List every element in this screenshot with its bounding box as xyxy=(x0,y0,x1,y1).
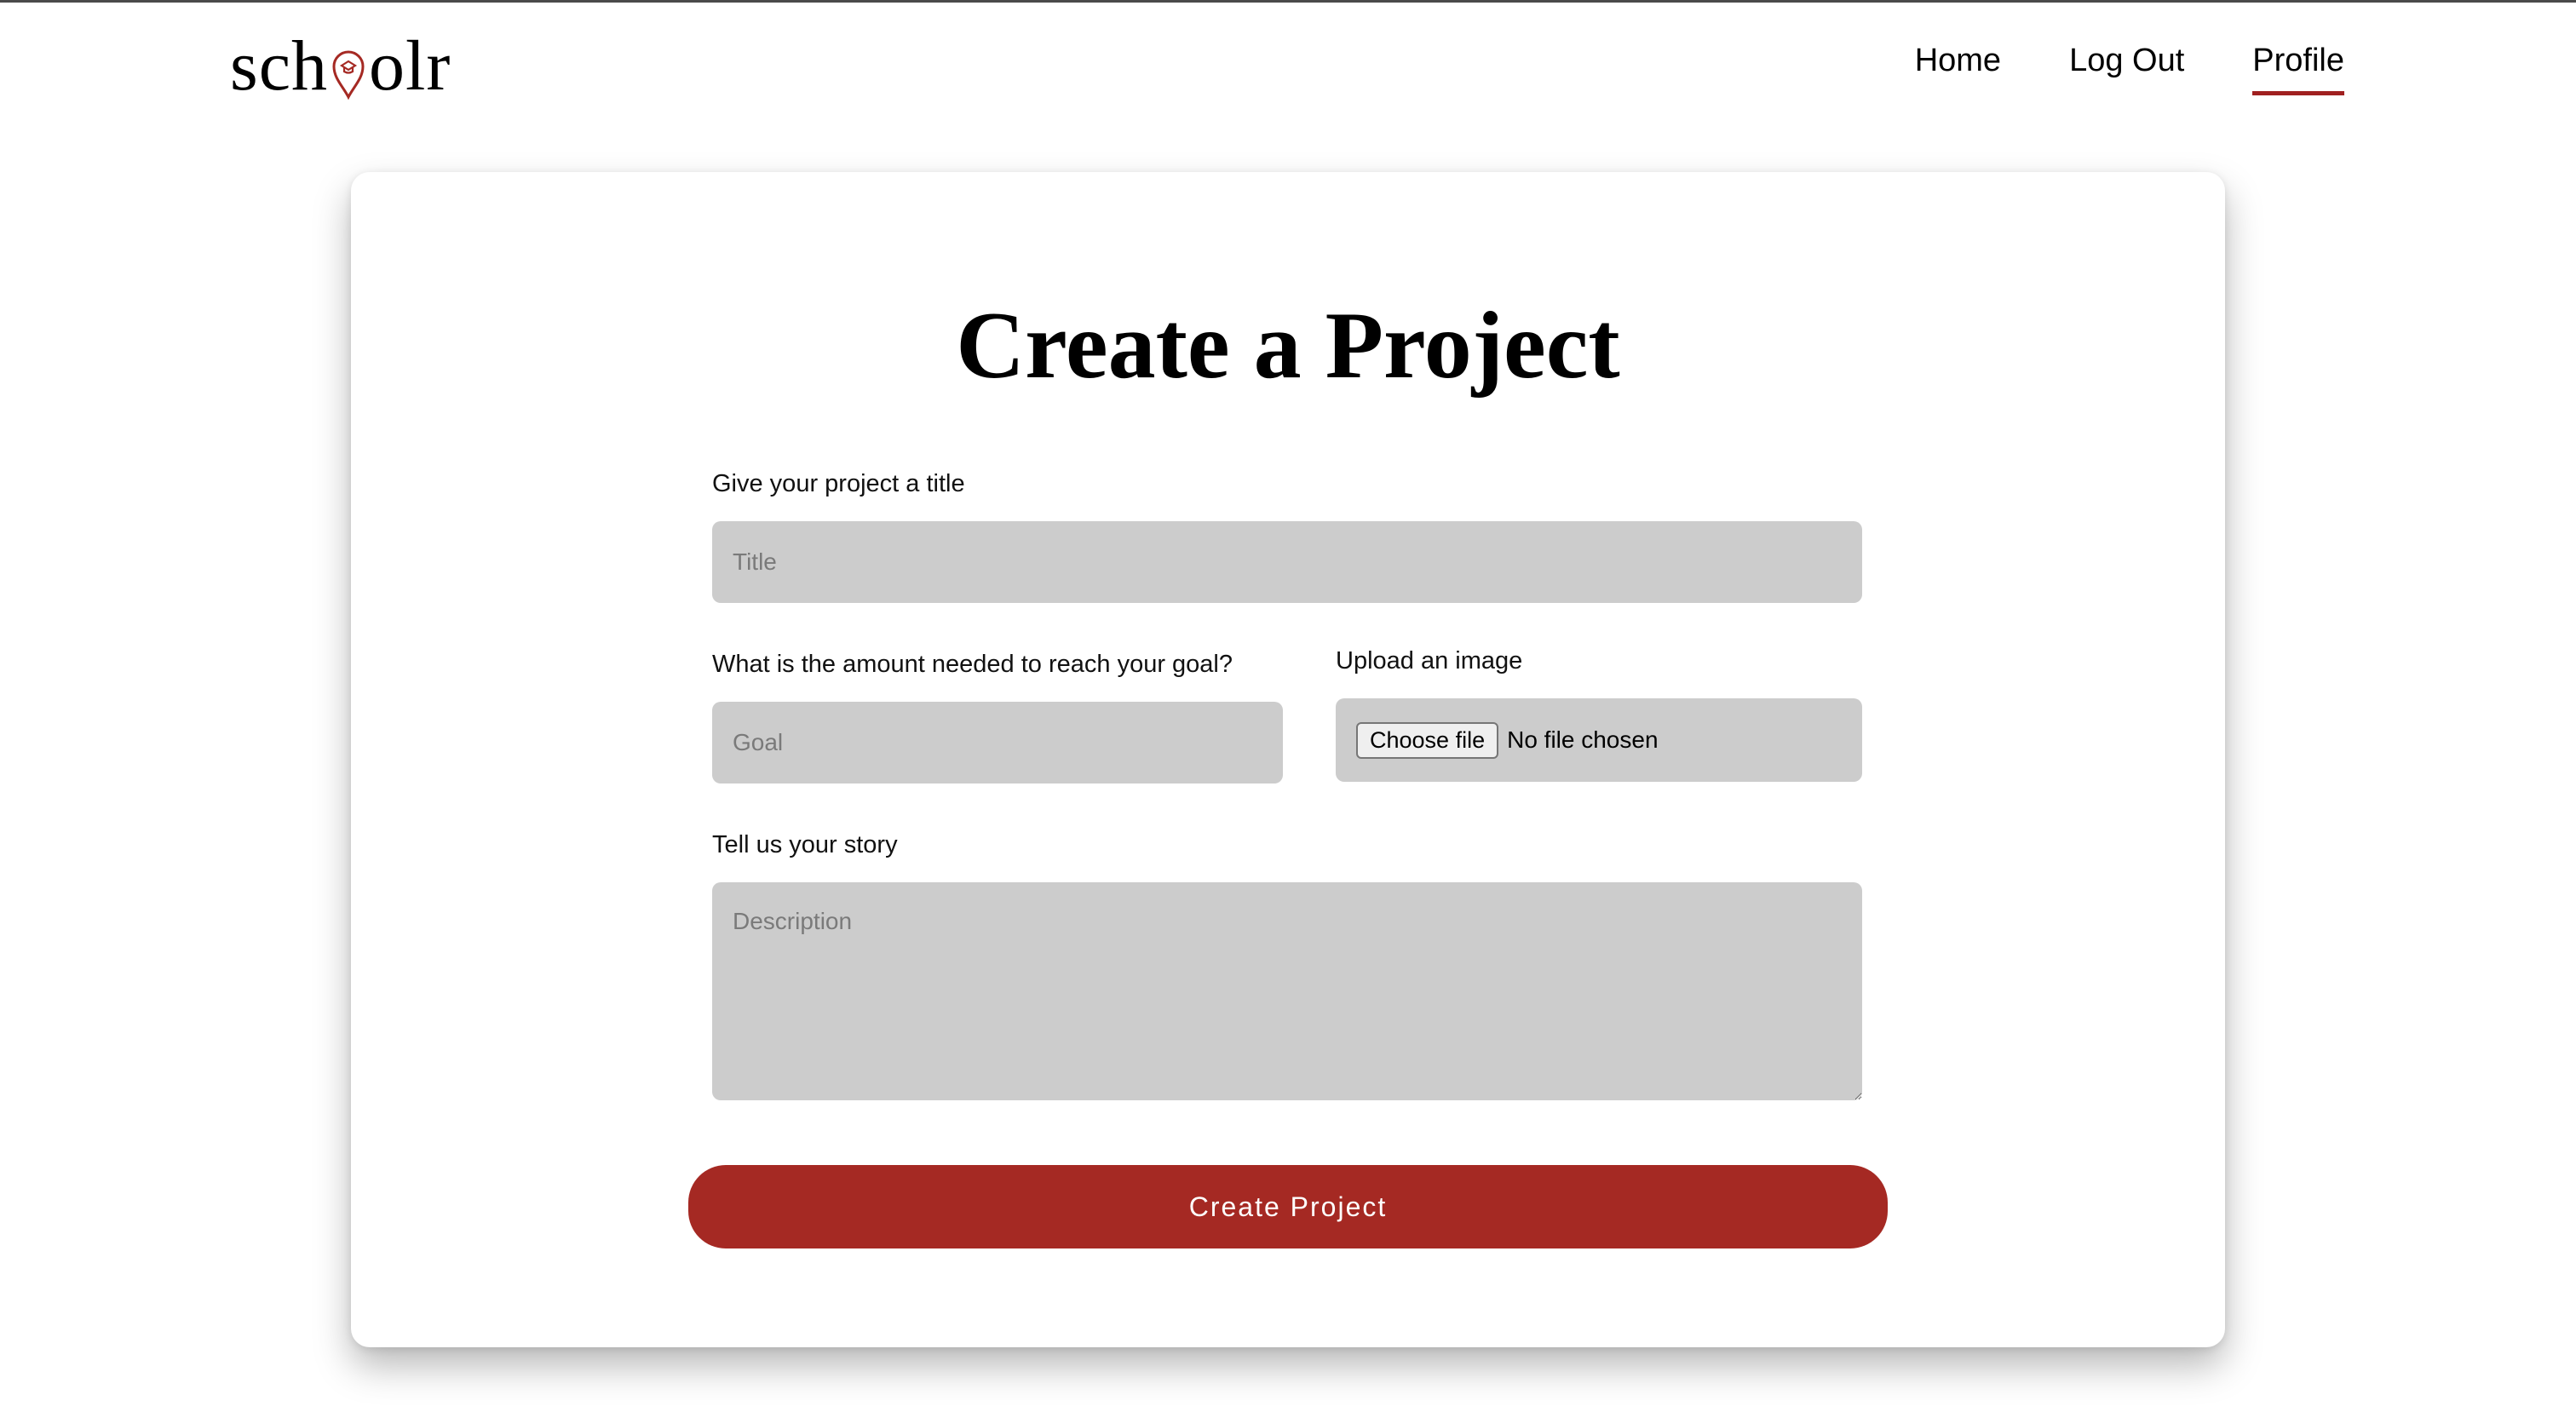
nav-logout-link[interactable]: Log Out xyxy=(2069,43,2184,95)
image-upload-label: Upload an image xyxy=(1336,647,1523,674)
goal-label: What is the amount needed to reach your … xyxy=(712,651,1233,678)
nav-profile-link[interactable]: Profile xyxy=(2252,43,2344,95)
create-project-card: Create a Project Give your project a tit… xyxy=(351,172,2225,1347)
title-input[interactable] xyxy=(712,521,1862,603)
description-textarea[interactable] xyxy=(712,882,1862,1100)
top-border xyxy=(0,0,2576,3)
story-label: Tell us your story xyxy=(712,831,898,858)
goal-input[interactable] xyxy=(712,702,1283,783)
page-title: Create a Project xyxy=(956,293,1620,399)
file-status-text: No file chosen xyxy=(1507,726,1659,753)
choose-file-button[interactable]: Choose file xyxy=(1356,721,1499,759)
brand-text-right: olr xyxy=(368,26,451,106)
top-nav: Home Log Out Profile xyxy=(1915,43,2344,95)
nav-home-link[interactable]: Home xyxy=(1915,43,2001,95)
map-pin-icon xyxy=(332,50,365,100)
brand-logo[interactable]: sch olr xyxy=(230,24,451,109)
create-project-button[interactable]: Create Project xyxy=(688,1165,1888,1248)
title-label: Give your project a title xyxy=(712,470,965,497)
brand-text-left: sch xyxy=(230,26,328,106)
image-upload-field: Choose file No file chosen xyxy=(1336,698,1862,782)
